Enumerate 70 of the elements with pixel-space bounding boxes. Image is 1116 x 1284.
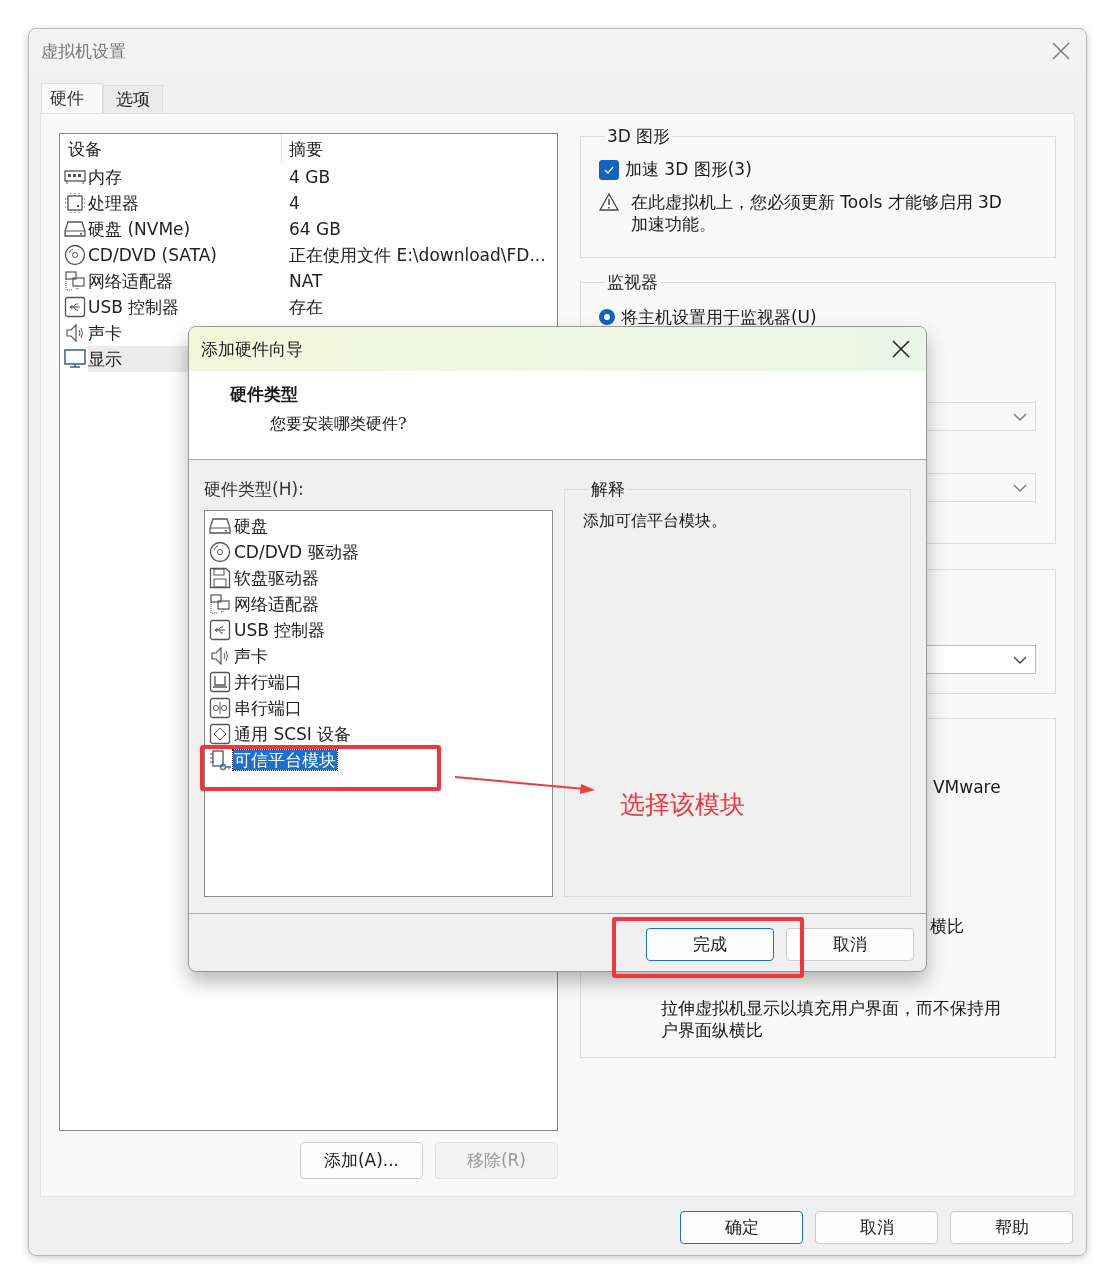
option-text: 横比 [929, 916, 964, 936]
close-icon[interactable] [892, 340, 910, 358]
option-description: 拉伸虚拟机显示以填充用户界面，而不保持用户界面纵横比 [660, 997, 1002, 1041]
column-header[interactable]: 摘要 [282, 134, 557, 164]
chevron-icon [1013, 483, 1027, 492]
radio-button[interactable] [598, 309, 615, 325]
list-item[interactable]: 硬盘 [233, 516, 269, 536]
button[interactable]: 取消 [815, 1211, 938, 1244]
list-item[interactable]: 并行端口 [233, 672, 303, 692]
drive-icon [64, 218, 86, 240]
list-item[interactable]: 可信平台模块 [233, 750, 337, 770]
disc-icon [64, 244, 86, 266]
page-heading: 硬件类型 [230, 383, 299, 406]
group-title: 3D 图形 [605, 125, 672, 148]
list-item[interactable]: 串行端口 [233, 698, 303, 718]
page-subheading: 您要安装哪类硬件? [270, 414, 407, 435]
speaker-icon [64, 322, 86, 344]
button[interactable]: 取消 [786, 928, 914, 961]
device-summary: 4 GB [288, 167, 331, 187]
speaker-icon [209, 645, 231, 667]
serial-port-icon [209, 697, 231, 719]
button[interactable]: 添加(A)... [299, 1142, 423, 1179]
warning-icon [598, 193, 619, 211]
list-item[interactable]: 声卡 [233, 646, 269, 666]
list-label: 硬件类型(H): [204, 478, 305, 501]
list-item[interactable]: USB 控制器 [233, 620, 327, 640]
checkbox-label: 加速 3D 图形(3) [624, 158, 752, 181]
device-summary: 存在 [288, 295, 323, 319]
column-header[interactable]: 设备 [60, 134, 282, 164]
list-item[interactable]: 网络适配器 [233, 594, 320, 614]
chevron-icon [1013, 412, 1027, 421]
device-summary: 4 [288, 193, 300, 213]
tab[interactable]: 硬件 [41, 83, 103, 113]
device-name[interactable]: 硬盘 (NVMe) [88, 216, 284, 242]
port-icon [209, 671, 231, 693]
network-icon [209, 593, 231, 615]
group-title: 监视器 [605, 271, 659, 294]
usb-icon [209, 619, 231, 641]
group-title: 解释 [590, 478, 626, 501]
button[interactable]: 完成 [646, 928, 774, 961]
monitor-icon [64, 348, 86, 370]
device-name[interactable]: USB 控制器 [88, 294, 284, 320]
chevron-icon [1013, 655, 1027, 664]
window-title: 虚拟机设置 [41, 39, 126, 63]
list-item[interactable]: CD/DVD 驱动器 [233, 542, 360, 562]
device-name[interactable]: 内存 [88, 164, 284, 190]
list-item[interactable]: 软盘驱动器 [233, 568, 320, 588]
warning-text: 在此虚拟机上，您必须更新 Tools 才能够启用 3D 加速功能。 [630, 191, 1003, 235]
device-summary: NAT [288, 271, 323, 291]
device-summary: 64 GB [288, 219, 341, 239]
disc-icon [209, 541, 231, 563]
device-name[interactable]: 网络适配器 [88, 268, 284, 294]
chip-key-icon [209, 749, 231, 771]
radio-label: 将主机设置用于监视器(U) [620, 309, 817, 325]
device-name[interactable]: 处理器 [88, 190, 284, 216]
scsi-icon [209, 723, 231, 745]
network-icon [64, 270, 86, 292]
button[interactable]: 帮助 [950, 1211, 1073, 1244]
device-name[interactable]: CD/DVD (SATA) [88, 242, 284, 268]
usb-icon [64, 296, 86, 318]
button[interactable]: 确定 [680, 1211, 803, 1244]
annotation-text: 选择该模块 [620, 789, 745, 821]
drive-icon [209, 515, 231, 537]
list-item[interactable]: 通用 SCSI 设备 [233, 724, 353, 744]
checkbox[interactable] [598, 159, 619, 180]
tab[interactable]: 选项 [103, 85, 163, 113]
option-text: VMware [932, 777, 1001, 797]
device-summary: 正在使用文件 E:\download\FD... [288, 243, 546, 267]
explanation-text: 添加可信平台模块。 [583, 511, 728, 532]
chip-icon [64, 192, 86, 214]
